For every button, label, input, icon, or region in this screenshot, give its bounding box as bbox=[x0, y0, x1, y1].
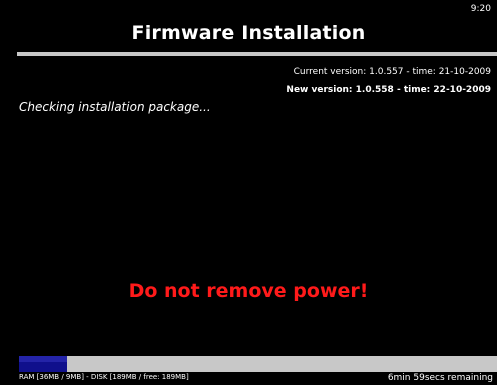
status-message: Checking installation package... bbox=[19, 100, 211, 114]
power-warning: Do not remove power! bbox=[128, 280, 369, 302]
clock: 9:20 bbox=[470, 4, 491, 14]
progress-bar bbox=[19, 356, 497, 372]
time-remaining: 6min 59secs remaining bbox=[387, 373, 493, 383]
memory-disk-info: RAM [36MB / 9MB] - DISK [189MB / free: 1… bbox=[19, 373, 189, 381]
firmware-installation-screen: 9:20 Firmware Installation Current versi… bbox=[0, 0, 497, 385]
title-divider bbox=[17, 52, 497, 56]
progress-bar-fill bbox=[19, 356, 67, 372]
page-title: Firmware Installation bbox=[131, 22, 366, 44]
new-version-label: New version: 1.0.558 - time: 22-10-2009 bbox=[286, 85, 491, 95]
current-version-label: Current version: 1.0.557 - time: 21-10-2… bbox=[293, 67, 491, 77]
progress-bar-highlight bbox=[19, 356, 67, 362]
